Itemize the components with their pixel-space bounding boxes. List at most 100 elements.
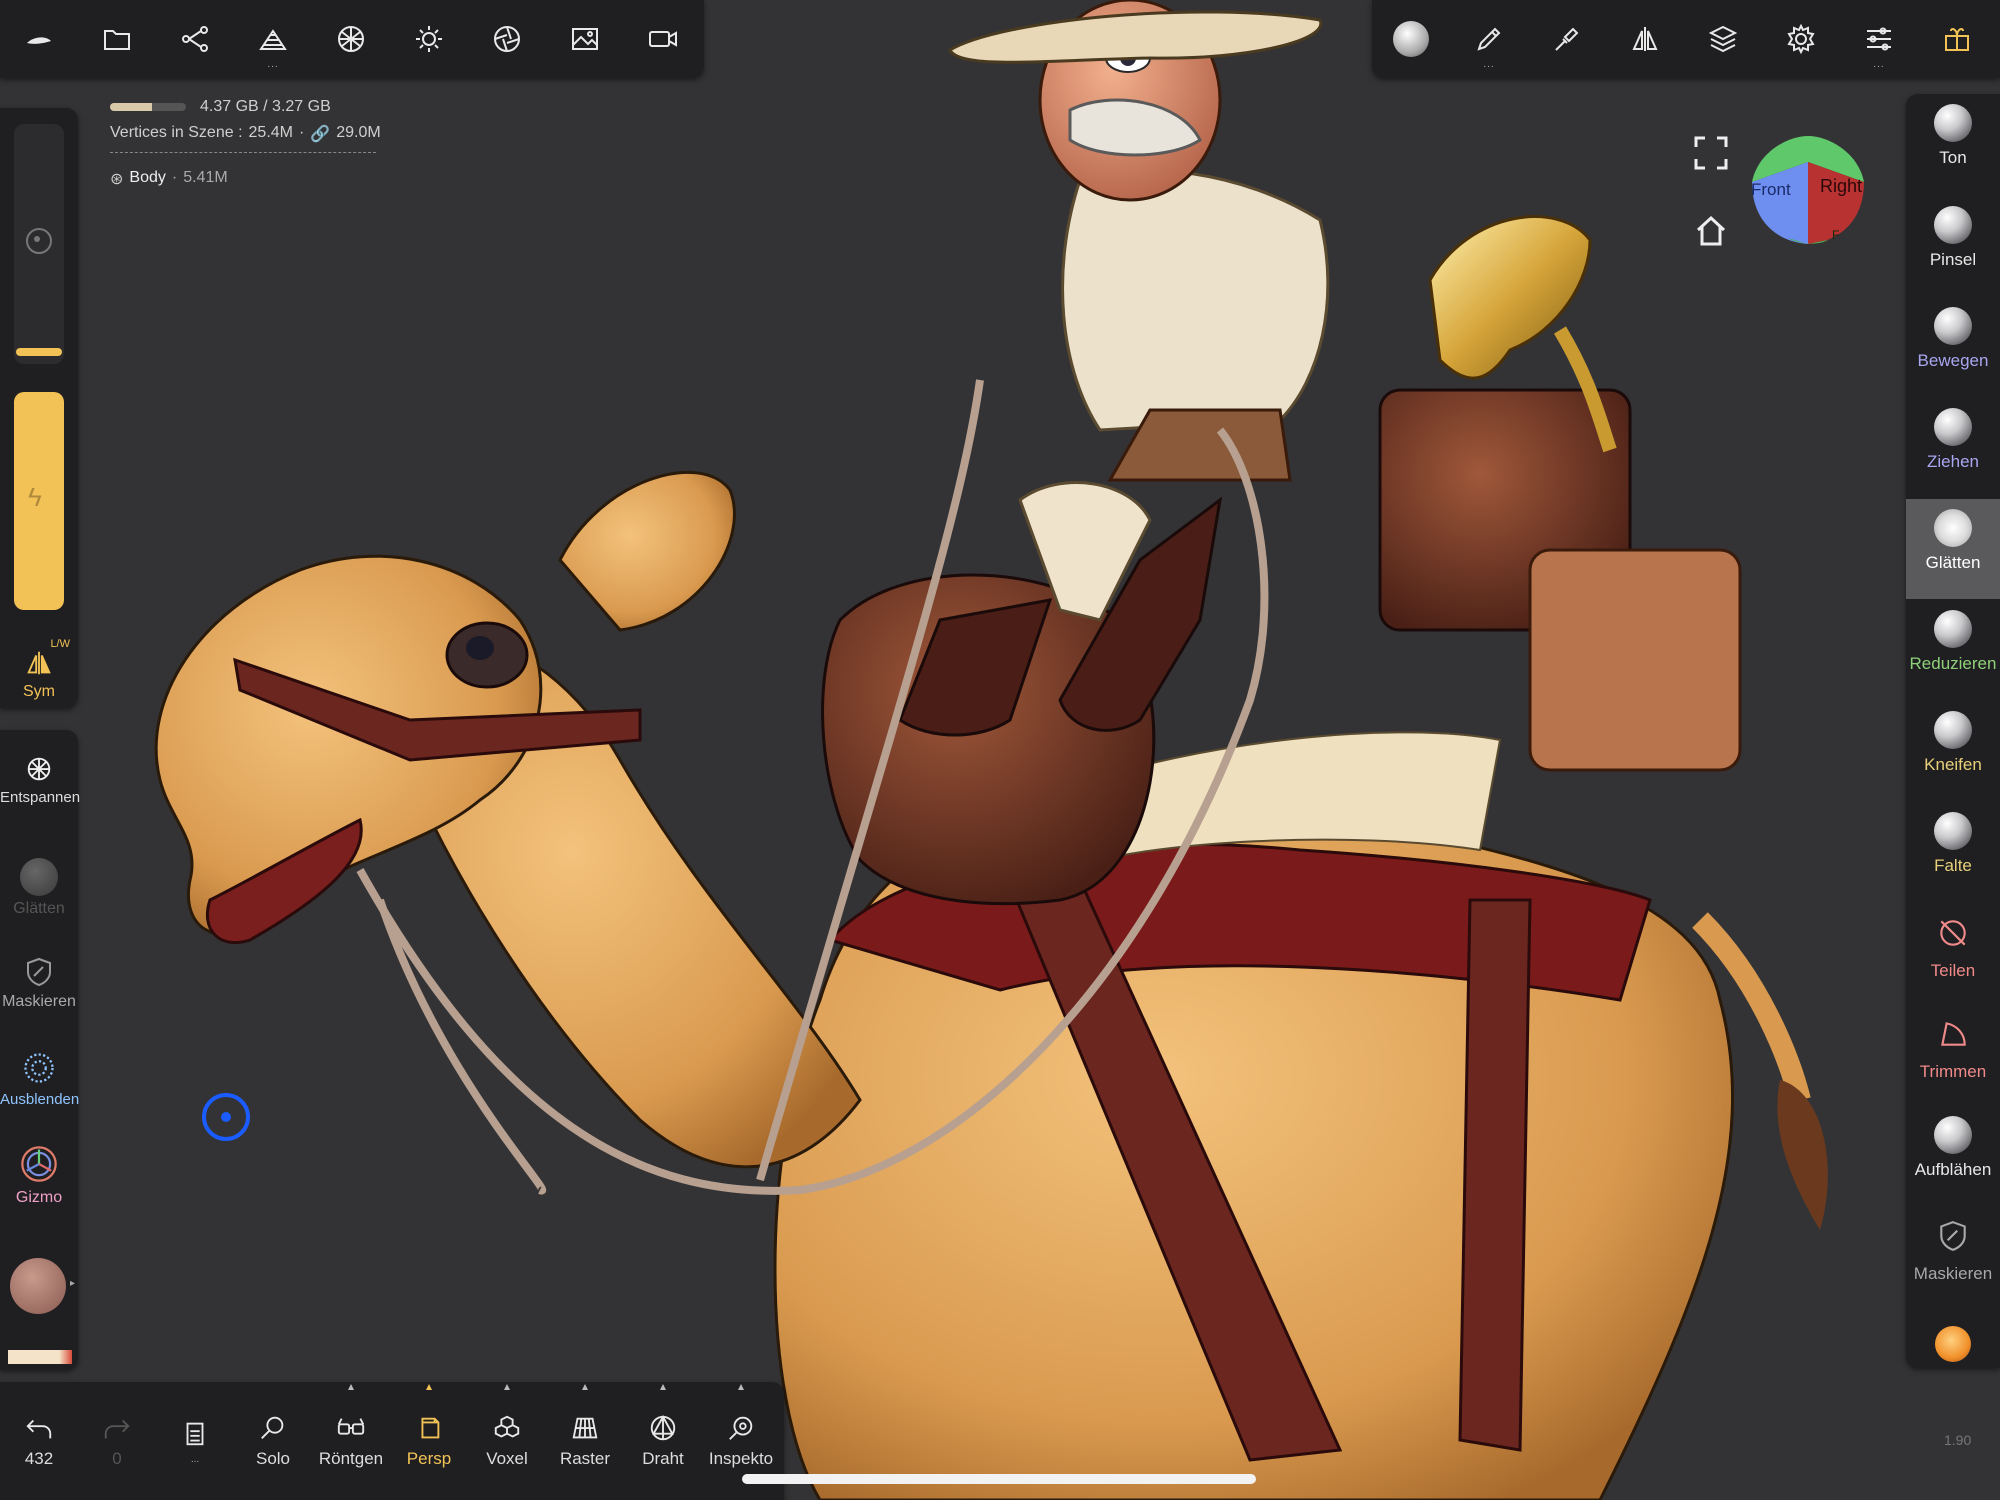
tool-crease[interactable]: Falte	[1906, 802, 2000, 902]
mask-shield-icon	[1940, 1221, 1966, 1251]
top-toolbar-left: ...	[0, 0, 704, 78]
bottom-toolbar: 432 0 ... Solo Röntgen Persp Voxel Raste…	[0, 1382, 784, 1500]
view-cube[interactable]: Front Right F	[1748, 132, 1868, 248]
gizmo-label: Gizmo	[15, 1189, 63, 1206]
tool-flatten[interactable]: Reduzieren	[1906, 600, 2000, 700]
xray-label: Röntgen	[318, 1449, 384, 1468]
tool-pinch[interactable]: Kneifen	[1906, 701, 2000, 801]
gizmo-icon	[21, 1146, 57, 1182]
material-swatch[interactable]	[10, 1258, 66, 1314]
sliders-icon[interactable]: ...	[1840, 0, 1918, 78]
document-icon	[186, 1422, 204, 1445]
nomad-logo-icon[interactable]	[0, 0, 78, 78]
history-menu-button[interactable]: ...	[156, 1382, 234, 1500]
grid-button[interactable]: Raster	[546, 1382, 624, 1500]
memory-text: 4.37 GB / 3.27 GB	[200, 98, 331, 115]
solo-label: Solo	[255, 1449, 291, 1468]
multires-icon[interactable]: ...	[234, 0, 312, 78]
inspector-label: Inspekto	[708, 1449, 774, 1468]
scene-info: 4.37 GB / 3.27 GB Vertices in Szene : 25…	[110, 98, 381, 189]
object-name: Body	[129, 169, 166, 186]
solo-button[interactable]: Solo	[234, 1382, 312, 1500]
link-icon: 🔗	[310, 126, 331, 143]
memory-bar	[110, 103, 186, 111]
tool-trim[interactable]: Trimmen	[1906, 1005, 2000, 1105]
mask-shield-icon	[27, 957, 51, 987]
relax-label: Entspannen	[0, 789, 81, 806]
redo-count: 0	[112, 1449, 122, 1468]
redo-button[interactable]: 0	[78, 1382, 156, 1500]
undo-icon	[26, 1419, 52, 1439]
fullscreen-icon[interactable]	[1694, 136, 1728, 170]
tool-brush[interactable]: Pinsel	[1906, 196, 2000, 296]
cube-front-label: Front	[1751, 180, 1791, 199]
tool-clay[interactable]: Ton	[1906, 94, 2000, 194]
tool-split[interactable]: Teilen	[1906, 904, 2000, 1004]
cube-bottom-label: F	[1832, 228, 1840, 242]
tool-smooth[interactable]: Glätten	[1906, 499, 2000, 599]
sym-badge: L/W	[50, 638, 70, 650]
pinch-sphere-icon	[1934, 711, 1972, 749]
material-arrow-icon: ▸	[70, 1278, 76, 1289]
vertices-value: 25.4M	[248, 124, 293, 141]
inflate-sphere-icon	[1934, 1116, 1972, 1154]
background-image-icon[interactable]	[546, 0, 624, 78]
gift-icon[interactable]	[1918, 0, 1996, 78]
object-row[interactable]: ⊛ Body · 5.41M	[110, 169, 381, 189]
tool-inflate[interactable]: Aufblähen	[1906, 1106, 2000, 1206]
topology-icon[interactable]	[312, 0, 390, 78]
persp-button[interactable]: Persp	[390, 1382, 468, 1500]
sym-label: Sym	[23, 683, 55, 700]
radius-slider[interactable]	[14, 124, 64, 364]
scene-graph-icon[interactable]	[156, 0, 234, 78]
smooth-shortcut[interactable]: Glätten	[0, 842, 78, 938]
tool-move[interactable]: Bewegen	[1906, 297, 2000, 397]
wireframe-label: Draht	[642, 1449, 684, 1468]
perspective-icon	[421, 1417, 440, 1439]
stroke-pen-icon[interactable]: ...	[1450, 0, 1528, 78]
paint-sphere-icon[interactable]	[1935, 1326, 1971, 1362]
right-tools-panel: Ton Pinsel Bewegen Ziehen Glätten Reduzi…	[1906, 94, 2000, 1368]
undo-button[interactable]: 432	[0, 1382, 78, 1500]
cube-right-label: Right	[1820, 176, 1863, 196]
lighting-icon[interactable]	[390, 0, 468, 78]
layers-icon[interactable]	[1684, 0, 1762, 78]
drag-sphere-icon	[1934, 408, 1972, 446]
object-count: 5.41M	[183, 169, 228, 186]
wireframe-button[interactable]: Draht	[624, 1382, 702, 1500]
wireframe-icon	[650, 1414, 676, 1441]
vertices-label: Vertices in Szene :	[110, 124, 243, 141]
split-icon	[1940, 920, 1966, 946]
settings-gear-icon[interactable]	[1762, 0, 1840, 78]
memory-bar-fill	[110, 103, 152, 111]
post-process-icon[interactable]	[468, 0, 546, 78]
glasses-icon	[337, 1418, 365, 1435]
move-sphere-icon	[1934, 307, 1972, 345]
intensity-slider[interactable]: ϟ	[14, 392, 64, 610]
grid-label: Raster	[559, 1449, 611, 1468]
gizmo-shortcut[interactable]: Gizmo	[0, 1134, 78, 1230]
xray-button[interactable]: Röntgen	[312, 1382, 390, 1500]
trim-icon	[1941, 1022, 1966, 1046]
crease-sphere-icon	[1934, 812, 1972, 850]
home-view-icon[interactable]	[1694, 214, 1728, 248]
home-indicator[interactable]	[742, 1474, 1256, 1484]
color-strip[interactable]	[8, 1350, 72, 1364]
files-icon[interactable]	[78, 0, 156, 78]
camera-icon[interactable]	[624, 0, 702, 78]
hide-icon	[24, 1053, 54, 1083]
voxel-button[interactable]: Voxel	[468, 1382, 546, 1500]
search-icon	[261, 1416, 284, 1439]
symmetry-icon[interactable]	[1606, 0, 1684, 78]
tool-mask[interactable]: Maskieren	[1906, 1207, 2000, 1307]
voxel-label: Voxel	[486, 1449, 528, 1468]
flatten-sphere-icon	[1934, 610, 1972, 648]
left-sliders-panel: ϟ L/W Sym	[0, 108, 78, 708]
sym-toggle[interactable]: L/W Sym	[0, 628, 78, 708]
picker-icon[interactable]	[1528, 0, 1606, 78]
brush-alpha-icon[interactable]	[1372, 0, 1450, 78]
tool-drag[interactable]: Ziehen	[1906, 398, 2000, 498]
relax-tool[interactable]: Entspannen	[0, 740, 81, 836]
hide-shortcut[interactable]: Ausblenden	[0, 1036, 79, 1132]
mask-shortcut[interactable]: Maskieren	[0, 940, 78, 1036]
